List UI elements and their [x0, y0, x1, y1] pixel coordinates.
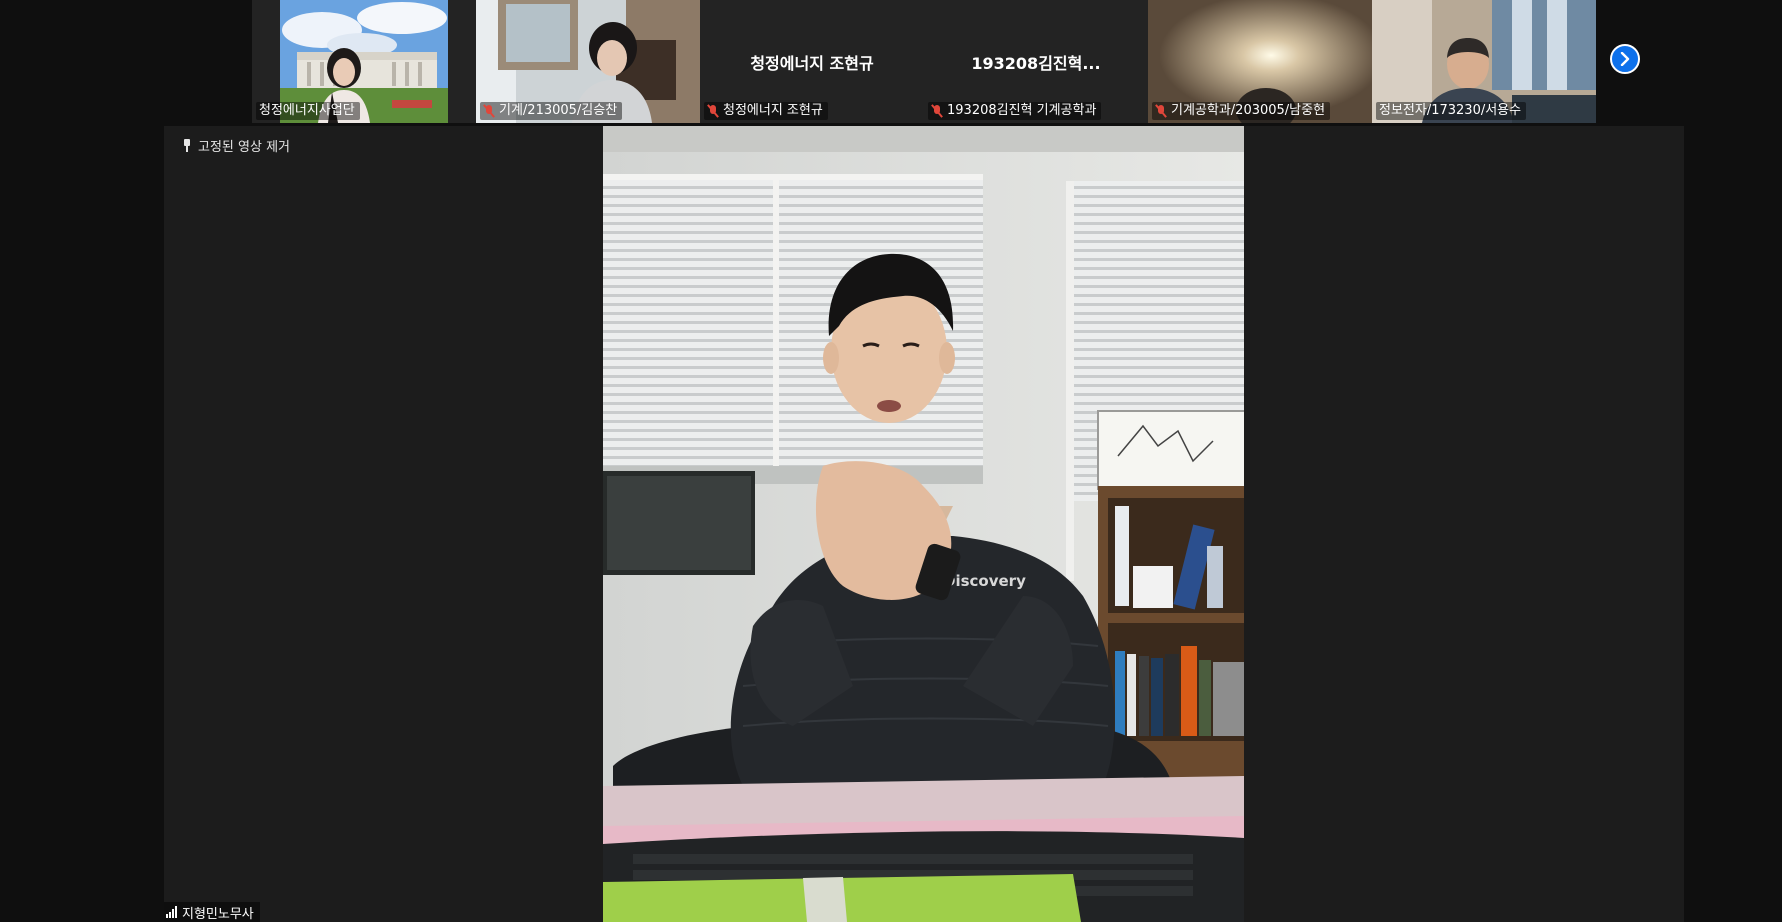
connection-signal-icon	[166, 906, 177, 918]
participant-tile[interactable]: 청정에너지사업단	[252, 0, 476, 123]
speaker-name-label: 지형민노무사	[164, 902, 260, 922]
chevron-right-icon	[1620, 52, 1630, 66]
participant-name-label: 193208김진혁 기계공학과	[928, 102, 1102, 120]
participant-tile[interactable]: 기계/213005/김승찬	[476, 0, 700, 123]
participant-name-label: 정보전자/173230/서용수	[1376, 102, 1527, 120]
speaker-video: Discovery	[603, 126, 1244, 922]
participant-tile[interactable]: 청정에너지 조현규 청정에너지 조현규	[700, 0, 924, 123]
participant-tile[interactable]: 정보전자/173230/서용수	[1372, 0, 1596, 123]
mic-muted-icon	[1155, 104, 1167, 118]
participant-name-label: 청정에너지 조현규	[704, 102, 828, 120]
participant-tile[interactable]: 기계공학과/203005/남중현	[1148, 0, 1372, 123]
next-page-button[interactable]	[1610, 44, 1640, 74]
participant-display-name: 193208김진혁...	[971, 54, 1101, 73]
mic-muted-icon	[483, 104, 495, 118]
unpin-video-button[interactable]: 고정된 영상 제거	[182, 136, 290, 155]
participant-strip: 청정에너지사업단 기계/213005/김승찬 청정에너지 조현규 청정에너지 조…	[252, 0, 1596, 123]
speaker-video-frame: Discovery	[603, 126, 1244, 922]
mic-muted-icon	[707, 104, 719, 118]
participant-name-label: 청정에너지사업단	[256, 102, 360, 120]
svg-text:Discovery: Discovery	[943, 572, 1026, 590]
participant-name-label: 기계공학과/203005/남중현	[1152, 102, 1331, 120]
participant-display-name: 청정에너지 조현규	[750, 54, 874, 73]
pin-icon	[182, 139, 192, 152]
participant-name-label: 기계/213005/김승찬	[480, 102, 623, 120]
participant-tile[interactable]: 193208김진혁... 193208김진혁 기계공학과	[924, 0, 1148, 123]
mic-muted-icon	[931, 104, 943, 118]
unpin-label: 고정된 영상 제거	[198, 140, 290, 155]
